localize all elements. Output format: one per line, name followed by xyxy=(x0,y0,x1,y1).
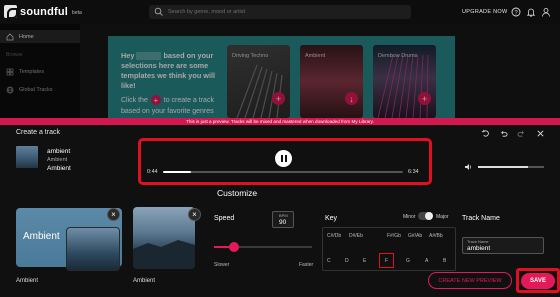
undo-history-icon[interactable] xyxy=(481,129,490,138)
bell-icon[interactable] xyxy=(526,7,536,17)
minor-major-toggle[interactable] xyxy=(418,212,433,220)
key-label: Key xyxy=(325,215,338,222)
card-artwork xyxy=(133,240,195,269)
track-thumbnail xyxy=(16,146,38,168)
progress-bar[interactable] xyxy=(163,171,403,173)
style-card-ambient-2[interactable] xyxy=(133,207,195,269)
search-bar[interactable] xyxy=(149,5,411,19)
remove-style-button[interactable]: × xyxy=(107,208,120,221)
key-option[interactable]: G xyxy=(406,258,410,264)
track-name-label: Track Name xyxy=(462,215,500,222)
beta-badge: beta xyxy=(72,10,82,16)
upgrade-now-link[interactable]: UPGRADE NOW xyxy=(462,9,507,15)
top-bar: soundful beta UPGRADE NOW ? xyxy=(0,0,560,24)
key-option-selected[interactable]: F xyxy=(385,258,388,264)
save-button[interactable]: SAVE xyxy=(521,273,555,289)
customize-heading: Customize xyxy=(217,188,258,198)
track-name-caption: Track Name xyxy=(467,239,489,244)
key-option[interactable]: F#/Gb xyxy=(387,233,401,239)
major-label: Major xyxy=(436,214,449,220)
track-style: Ambient xyxy=(47,157,68,163)
key-option[interactable]: C xyxy=(327,258,331,264)
key-option[interactable]: D xyxy=(345,258,349,264)
user-avatar-icon[interactable] xyxy=(541,7,551,17)
speed-slider-rest xyxy=(233,246,312,248)
search-input[interactable] xyxy=(168,9,388,15)
modal-title: Create a track xyxy=(16,129,60,136)
bpm-value: 90 xyxy=(279,219,287,226)
key-option[interactable]: G#/Ab xyxy=(408,233,422,239)
key-option[interactable]: A xyxy=(425,258,428,264)
slower-label: Slower xyxy=(214,262,230,268)
create-new-preview-button[interactable]: CREATE NEW PREVIEW xyxy=(428,272,512,289)
faster-label: Faster xyxy=(299,262,314,268)
remove-style-button[interactable]: × xyxy=(188,208,201,221)
preview-notice: This is just a preview. Tracks will be m… xyxy=(0,118,560,125)
track-name: ambient xyxy=(47,148,71,155)
key-option[interactable]: D#/Eb xyxy=(349,233,363,239)
app-name: soundful xyxy=(20,5,69,18)
pause-button[interactable] xyxy=(275,150,292,167)
speed-label: Speed xyxy=(214,215,235,222)
volume-icon[interactable] xyxy=(464,163,472,171)
logo-icon xyxy=(4,5,18,19)
style-caption: Ambient xyxy=(133,278,156,284)
close-icon: × xyxy=(111,210,116,219)
help-icon[interactable]: ? xyxy=(511,7,521,17)
undo-icon[interactable] xyxy=(499,129,508,138)
key-option[interactable]: B xyxy=(443,258,446,264)
progress-fill xyxy=(163,171,192,173)
style-caption: Ambient xyxy=(16,278,39,284)
style-card-label: Ambient xyxy=(23,231,60,242)
close-icon: × xyxy=(192,210,197,219)
track-name-input[interactable] xyxy=(467,245,539,252)
logo[interactable]: soundful beta xyxy=(4,5,82,19)
total-time: 6:34 xyxy=(408,169,419,175)
overlay-dim xyxy=(0,24,560,118)
search-icon xyxy=(154,7,163,16)
key-option[interactable]: E xyxy=(363,258,366,264)
volume-fill xyxy=(478,166,528,168)
close-icon[interactable] xyxy=(536,129,545,138)
track-name-field[interactable]: Track Name xyxy=(462,237,544,254)
key-option[interactable]: C#/Db xyxy=(327,233,341,239)
redo-icon[interactable] xyxy=(517,129,526,138)
key-option[interactable]: A#/Bb xyxy=(429,233,443,239)
current-time: 0:44 xyxy=(147,169,158,175)
volume-slider[interactable] xyxy=(478,166,544,168)
bpm-caption: BPM xyxy=(279,213,288,218)
minor-label: Minor xyxy=(403,214,416,220)
style-card-thumbnail xyxy=(66,227,120,271)
track-genre: Ambient xyxy=(47,165,71,172)
speed-slider-handle[interactable] xyxy=(228,242,239,252)
bpm-field[interactable]: BPM 90 xyxy=(272,211,294,228)
